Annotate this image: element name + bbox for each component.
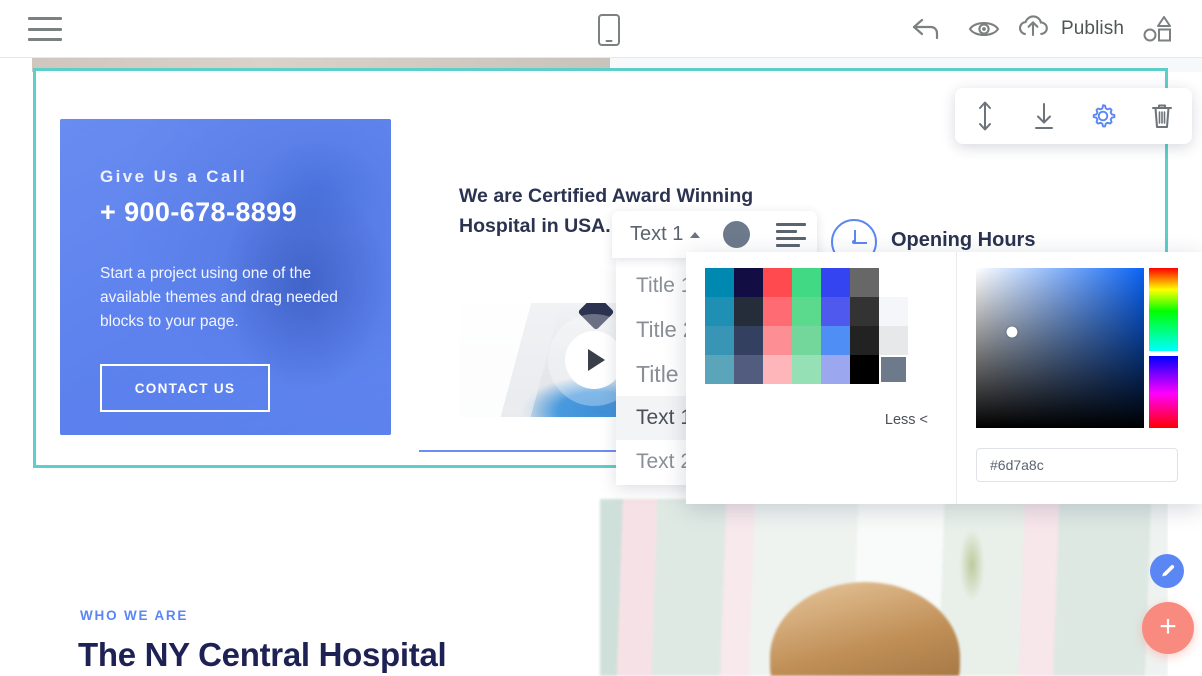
color-swatch[interactable] [850, 355, 879, 384]
color-swatch[interactable] [705, 326, 734, 355]
block-actions-toolbar [955, 88, 1192, 144]
color-swatch[interactable] [821, 326, 850, 355]
color-swatch[interactable] [705, 297, 734, 326]
hue-slider-lower [1149, 356, 1178, 428]
hamburger-menu-icon[interactable] [28, 14, 62, 44]
play-triangle [588, 349, 605, 371]
color-swatch[interactable] [734, 355, 763, 384]
color-swatch[interactable] [705, 355, 734, 384]
color-swatch[interactable] [821, 355, 850, 384]
publish-button[interactable]: Publish [1013, 13, 1130, 46]
hue-slider[interactable] [1149, 268, 1178, 428]
style-option-label: Text 1 [636, 406, 693, 429]
style-option-label: Title 1 [636, 274, 693, 297]
chevron-up-icon[interactable] [690, 231, 701, 238]
opening-hours-title: Opening Hours [891, 229, 1036, 251]
color-swatch[interactable] [734, 297, 763, 326]
play-button-icon[interactable] [565, 331, 623, 389]
contact-us-button[interactable]: CONTACT US [100, 364, 270, 412]
who-we-are-kicker: WHO WE ARE [80, 608, 189, 623]
gear-icon[interactable] [1079, 92, 1127, 140]
color-swatch[interactable] [734, 326, 763, 355]
align-left-icon[interactable] [776, 222, 807, 247]
color-swatch[interactable] [792, 268, 821, 297]
promo-phone-number: + 900-678-8899 [100, 197, 298, 227]
editor-root: Publish Give Us a Call + 900-678-8899 St… [0, 0, 1202, 676]
trash-icon[interactable] [1138, 92, 1186, 140]
undo-arrow-icon[interactable] [897, 0, 955, 58]
saturation-value-area[interactable] [976, 268, 1144, 428]
color-swatch[interactable] [792, 297, 821, 326]
style-option-label: Text 2 [636, 450, 693, 473]
eye-preview-icon[interactable] [955, 0, 1013, 58]
color-swatch[interactable] [792, 355, 821, 384]
color-swatch[interactable] [763, 355, 792, 384]
publish-label: Publish [1060, 18, 1124, 39]
color-swatch[interactable] [821, 297, 850, 326]
current-text-style-label[interactable]: Text 1 [630, 223, 683, 246]
custom-color-section [957, 252, 1202, 504]
color-swatch[interactable] [850, 326, 879, 355]
less-toggle-link[interactable]: Less < [885, 412, 928, 428]
color-swatch[interactable] [879, 355, 908, 384]
color-picker-handle[interactable] [1006, 326, 1018, 338]
promo-kicker: Give Us a Call [100, 167, 247, 186]
color-swatch[interactable] [763, 326, 792, 355]
color-swatch[interactable] [763, 268, 792, 297]
top-toolbar: Publish [0, 0, 1202, 58]
photo-person-detail [770, 582, 961, 676]
text-color-swatch[interactable] [723, 221, 751, 248]
color-swatch[interactable] [850, 268, 879, 297]
color-swatch[interactable] [792, 326, 821, 355]
color-swatch[interactable] [821, 268, 850, 297]
color-swatch[interactable] [850, 297, 879, 326]
color-swatch[interactable] [734, 268, 763, 297]
shapes-icon[interactable] [1130, 0, 1188, 58]
who-we-are-title: The NY Central Hospital [78, 636, 447, 673]
bottom-section-photo [600, 499, 1168, 676]
toolbar-actions: Publish [897, 0, 1188, 58]
cloud-upload-icon [1015, 13, 1051, 46]
download-icon[interactable] [1020, 92, 1068, 140]
color-swatch[interactable] [879, 326, 908, 355]
plus-glyph: + [1159, 609, 1177, 643]
hue-slider-upper [1149, 268, 1178, 351]
move-vertical-icon[interactable] [961, 92, 1009, 140]
color-swatch[interactable] [879, 268, 908, 297]
promo-description: Start a project using one of the availab… [100, 265, 338, 330]
text-style-toolbar: Text 1 [612, 211, 817, 258]
color-swatch-grid[interactable] [705, 268, 956, 384]
color-swatch[interactable] [879, 297, 908, 326]
color-swatch[interactable] [705, 268, 734, 297]
mobile-device-icon[interactable] [598, 14, 620, 46]
color-swatch[interactable] [763, 297, 792, 326]
color-swatch-section: Less < [686, 252, 956, 504]
pen-edit-icon[interactable] [1150, 554, 1184, 588]
promo-content: Give Us a Call + 900-678-8899 Start a pr… [60, 119, 391, 435]
photo-plant-detail [952, 509, 993, 620]
hex-color-input[interactable] [976, 448, 1178, 482]
plus-add-icon[interactable]: + [1142, 602, 1194, 654]
contact-promo-card[interactable]: Give Us a Call + 900-678-8899 Start a pr… [60, 119, 391, 435]
color-picker-panel: Less < [686, 252, 1202, 504]
